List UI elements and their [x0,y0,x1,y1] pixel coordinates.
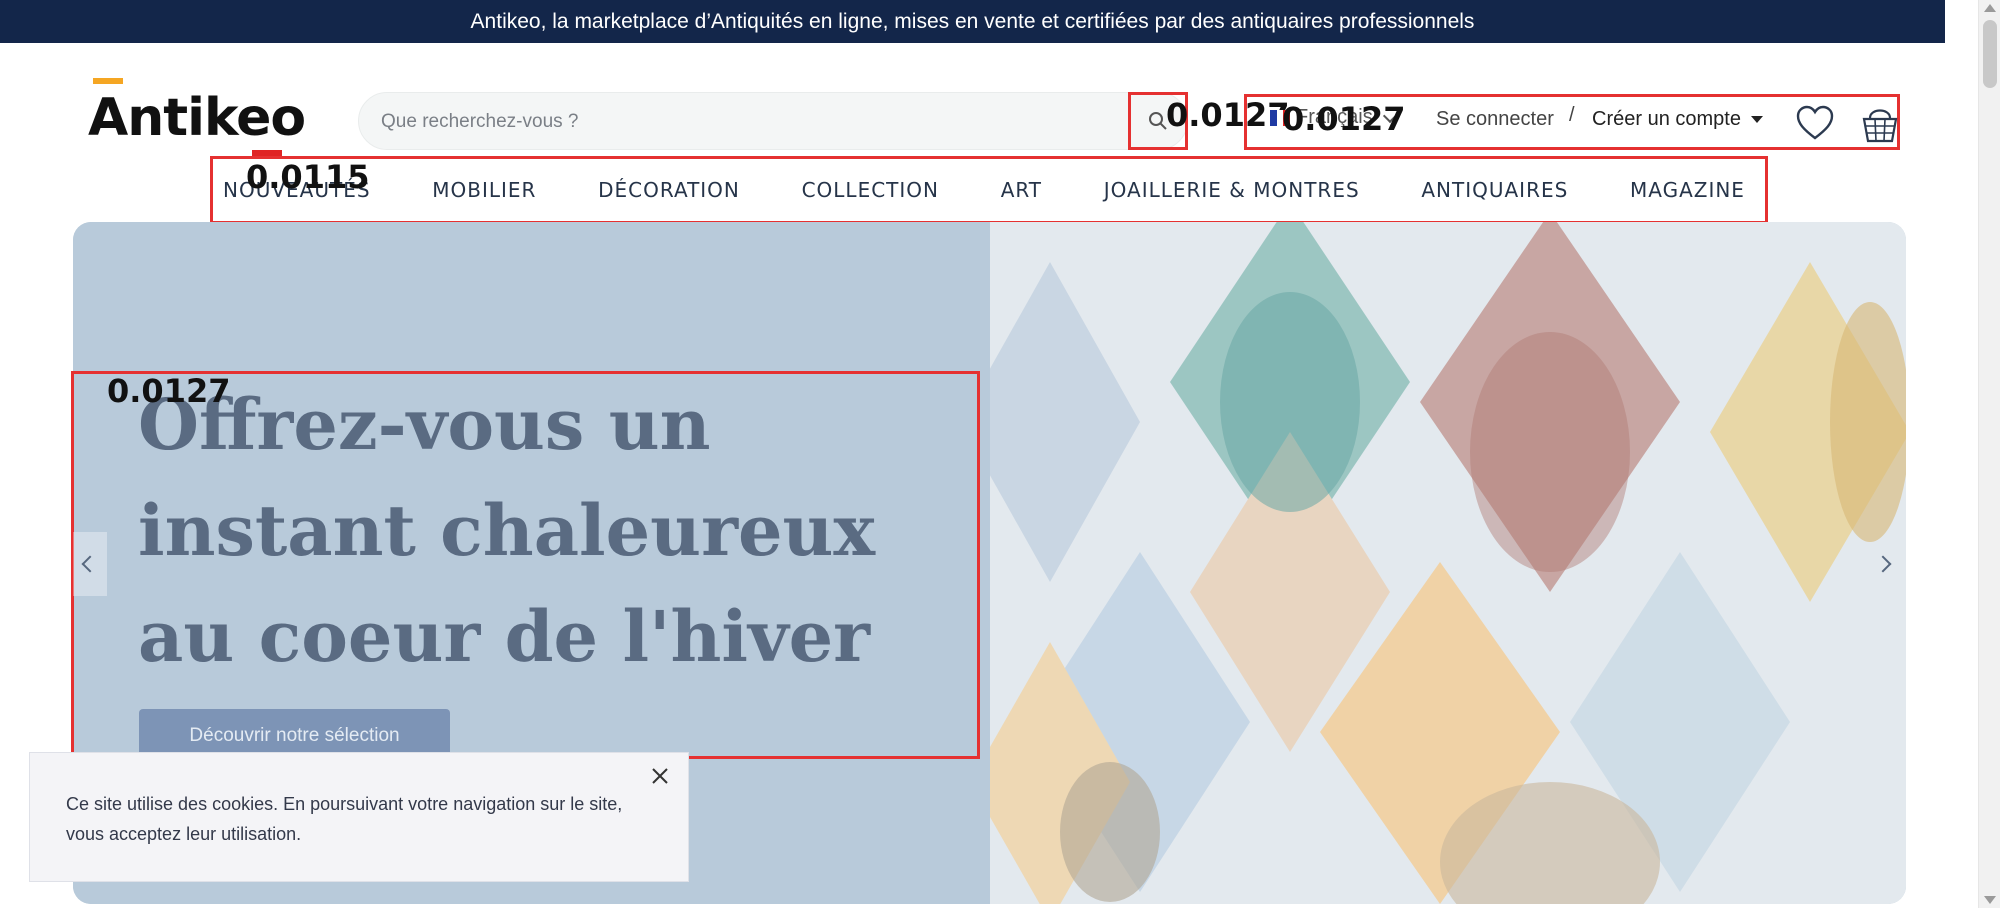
nav-item-magazine[interactable]: MAGAZINE [1630,178,1745,202]
score-badge-header: 0.0127 [1282,100,1406,138]
cookie-banner: Ce site utilise des cookies. En poursuiv… [29,752,689,882]
nav-item-art[interactable]: ART [1001,178,1042,202]
caret-down-icon [1750,116,1763,123]
basket-icon [1862,109,1898,143]
nav-item-decoration[interactable]: DÉCORATION [598,178,740,202]
cart-button[interactable] [1862,102,1898,144]
account-separator: / [1569,104,1575,126]
close-icon [652,768,668,784]
slider-next-button[interactable] [1866,532,1900,596]
wishlist-button[interactable] [1795,104,1835,142]
register-label: Créer un compte [1592,108,1741,130]
logo-text: Antikeo [88,88,306,148]
score-badge-hero: 0.0127 [107,372,231,410]
search-input[interactable] [381,108,1141,136]
nav-item-joaillerie-montres[interactable]: JOAILLERIE & MONTRES [1104,178,1360,202]
chevron-left-icon [81,555,99,573]
nav-item-antiquaires[interactable]: ANTIQUAIRES [1421,178,1568,202]
main-navigation: NOUVEAUTÉS MOBILIER DÉCORATION COLLECTIO… [210,156,1768,224]
heart-icon [1796,105,1834,140]
cookie-text: Ce site utilise des cookies. En poursuiv… [66,794,623,844]
search-bar [358,92,1188,150]
slider-prev-button[interactable] [73,532,107,596]
cookie-close-button[interactable] [648,764,672,788]
score-badge-nav: 0.0115 [246,158,370,196]
site-logo[interactable]: Antikeo [88,78,306,156]
scroll-down-icon[interactable] [1984,896,1996,904]
scrollbar-thumb[interactable] [1983,20,1997,88]
page-scrollbar[interactable] [1978,0,2000,908]
announcement-text: Antikeo, la marketplace d’Antiquités en … [470,9,1475,33]
hero-harlequin-collage [990,222,1906,904]
search-icon [1149,112,1167,130]
hero-title-highlight [71,371,980,759]
announcement-bar: Antikeo, la marketplace d’Antiquités en … [0,0,1945,43]
logo-accent-bar [93,78,123,84]
chevron-right-icon [1874,555,1892,573]
hero-image [990,222,1906,904]
nav-item-collection[interactable]: COLLECTION [802,178,939,202]
nav-item-mobilier[interactable]: MOBILIER [432,178,536,202]
scroll-up-icon[interactable] [1984,4,1996,12]
login-link[interactable]: Se connecter [1436,108,1554,131]
register-link[interactable]: Créer un compte [1592,108,1763,131]
